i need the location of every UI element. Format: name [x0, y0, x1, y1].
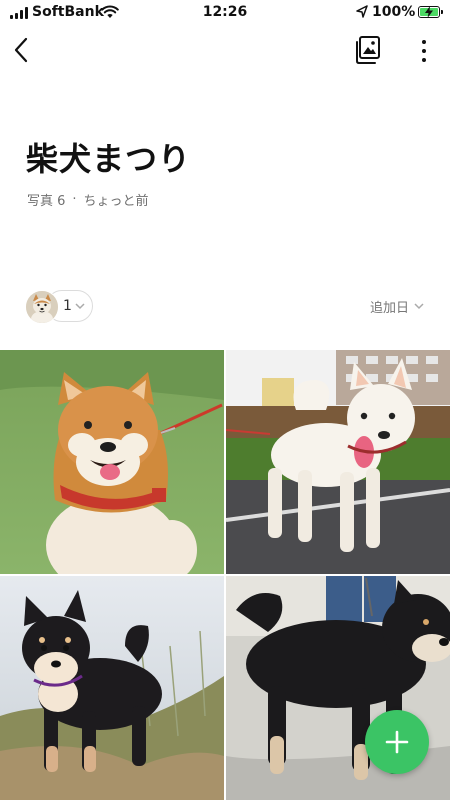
photo-image	[0, 350, 224, 574]
album-meta: 写真 6 · ちょっと前	[27, 190, 149, 209]
chevron-down-icon	[75, 303, 85, 310]
location-icon	[356, 5, 368, 18]
dog-avatar-image	[26, 291, 58, 323]
photo-tile[interactable]	[226, 350, 450, 574]
plus-icon	[385, 730, 409, 754]
meta-separator: ·	[72, 192, 77, 207]
photo-tile[interactable]	[0, 350, 224, 574]
battery-percent: 100%	[372, 4, 416, 20]
sort-dropdown[interactable]: 追加日	[370, 297, 424, 316]
photo-count: 写真 6	[27, 194, 66, 209]
photo-tile[interactable]	[0, 576, 224, 800]
avatar[interactable]	[25, 290, 59, 324]
photo-album-icon	[356, 36, 380, 64]
back-button[interactable]	[8, 34, 38, 66]
add-photo-button[interactable]	[365, 710, 429, 774]
album-view-button[interactable]	[354, 35, 382, 65]
updated-time: ちょっと前	[83, 194, 149, 209]
status-bar: SoftBank 12:26 100%	[0, 0, 450, 26]
photo-image	[226, 350, 450, 574]
album-title: 柴犬まつり	[26, 140, 192, 178]
chevron-down-icon	[414, 303, 424, 310]
battery-icon	[418, 6, 443, 18]
sort-label: 追加日	[369, 301, 409, 316]
photo-image	[0, 576, 224, 800]
chevron-left-icon	[14, 37, 28, 63]
more-options-button[interactable]	[414, 38, 434, 64]
member-count: 1	[63, 298, 72, 314]
